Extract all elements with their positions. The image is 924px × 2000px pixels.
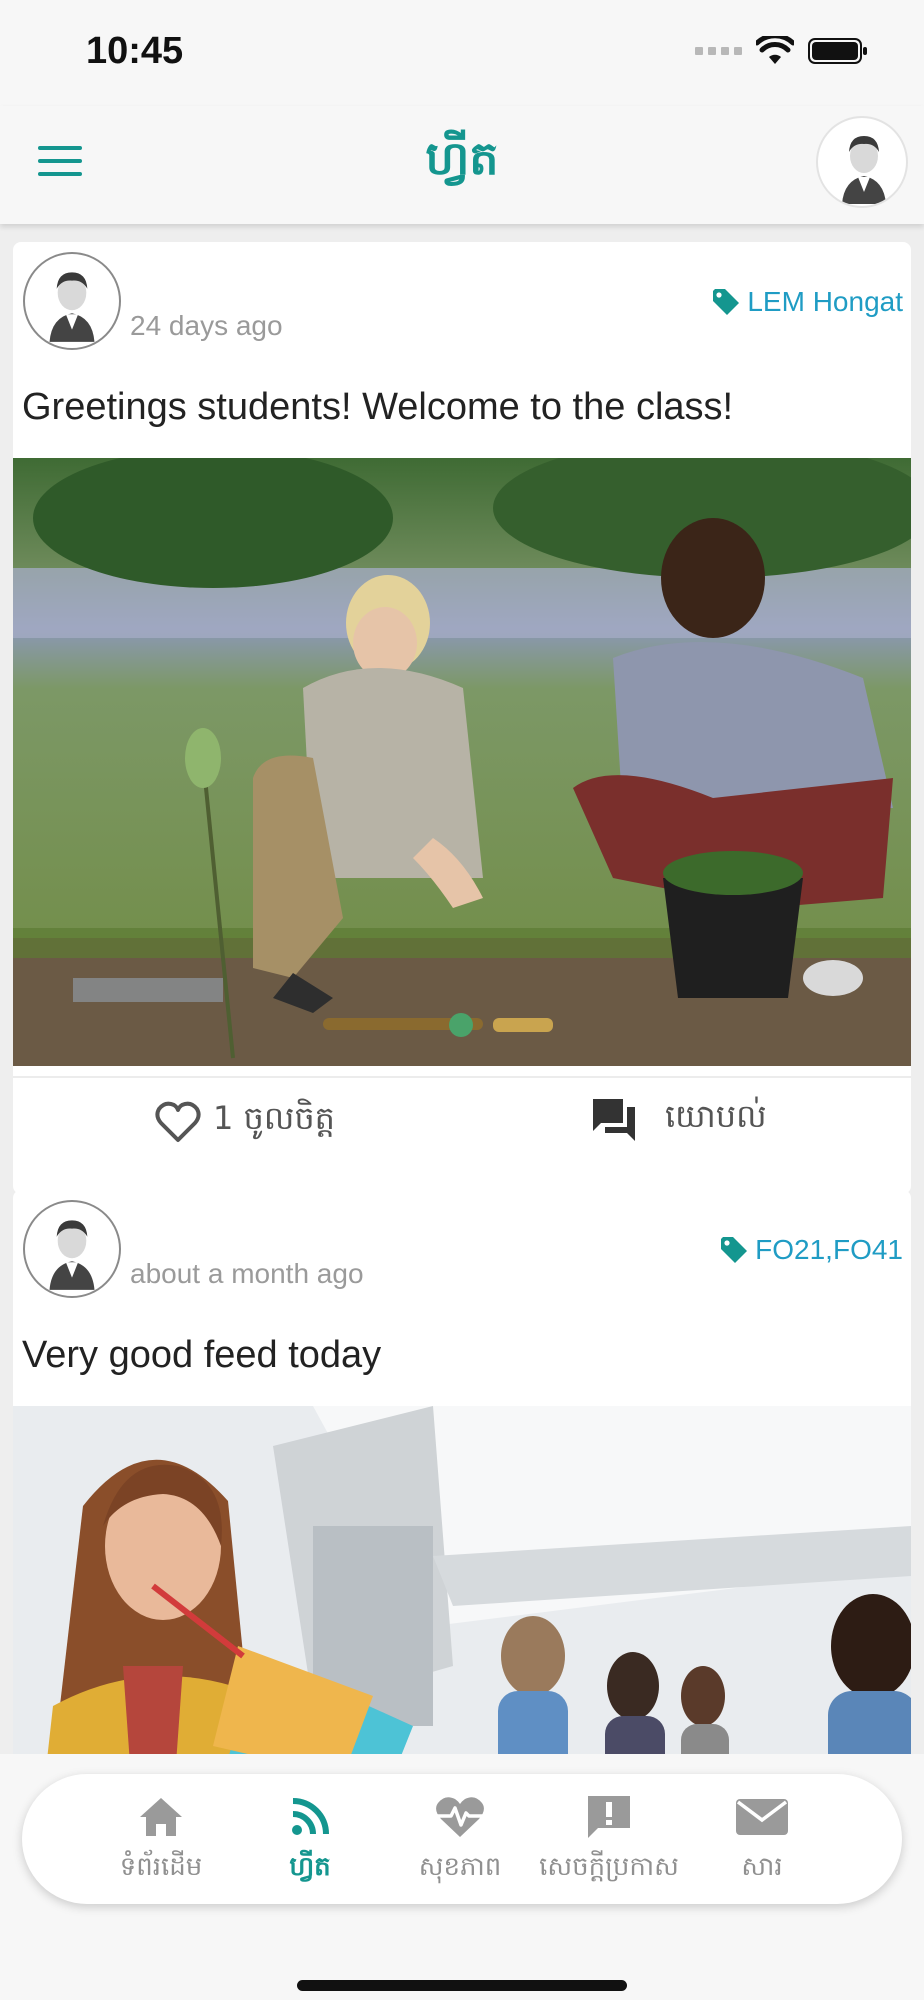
nav-item-feed[interactable]: ហ្វីត	[235, 1792, 385, 1888]
nav-label: សារ	[741, 1852, 783, 1882]
post-author-avatar[interactable]	[23, 252, 121, 350]
wifi-icon	[756, 36, 794, 64]
status-icons	[695, 36, 868, 66]
nav-item-messages[interactable]: សារ	[687, 1792, 837, 1888]
user-avatar-icon	[49, 1220, 95, 1290]
nav-item-health[interactable]: សុខភាព	[385, 1792, 535, 1888]
comment-button[interactable]: យោបល់	[591, 1096, 767, 1143]
rss-icon	[292, 1798, 329, 1835]
post-tag[interactable]: LEM Hongat	[711, 286, 903, 318]
tag-icon	[721, 1237, 748, 1263]
user-avatar-icon	[49, 272, 95, 342]
post-author-avatar[interactable]	[23, 1200, 121, 1298]
post-actions: 1 ចូលចិត្ត យោបល់	[13, 1076, 911, 1176]
profile-avatar[interactable]	[816, 116, 908, 208]
comment-label: យោបល់	[665, 1097, 767, 1135]
app-header: ហ្វីត	[0, 106, 924, 224]
home-icon	[140, 1798, 182, 1836]
post-timestamp: 24 days ago	[130, 310, 283, 341]
bottom-area: ទំព័រដើម ហ្វីត សុខភាព សេចក្តីប្រកាស សារ	[0, 1754, 924, 2000]
feed-post[interactable]: 24 days ago LEM Hongat Greetings student…	[13, 242, 911, 1194]
nav-label: សេចក្តីប្រកាស	[539, 1852, 679, 1882]
post-image[interactable]	[13, 1406, 911, 1754]
post-text: Greetings students! Welcome to the class…	[22, 386, 734, 428]
heartbeat-icon	[436, 1797, 484, 1837]
status-bar: 10:45	[0, 0, 924, 106]
nav-label: សុខភាព	[418, 1852, 502, 1882]
like-button[interactable]: 1 ចូលចិត្ត	[155, 1098, 335, 1145]
gardening-photo	[13, 458, 911, 1066]
nav-item-home[interactable]: ទំព័រដើម	[86, 1792, 236, 1888]
mail-icon	[736, 1799, 788, 1835]
post-tag-label: LEM Hongat	[747, 286, 903, 317]
nav-label: ហ្វីត	[289, 1852, 331, 1882]
announcement-icon	[588, 1796, 630, 1838]
bottom-nav: ទំព័រដើម ហ្វីត សុខភាព សេចក្តីប្រកាស សារ	[22, 1774, 902, 1904]
like-count-label: 1 ចូលចិត្ត	[213, 1099, 335, 1137]
feed-post[interactable]: about a month ago FO21,FO41 Very good fe…	[13, 1190, 911, 1754]
nav-item-announcement[interactable]: សេចក្តីប្រកាស	[534, 1792, 684, 1888]
post-timestamp: about a month ago	[130, 1258, 364, 1289]
home-indicator	[297, 1980, 627, 1991]
nav-label: ទំព័រដើម	[119, 1852, 203, 1882]
page-title: ហ្វីត	[425, 131, 499, 185]
user-avatar-icon	[842, 136, 886, 204]
post-tag[interactable]: FO21,FO41	[719, 1234, 903, 1266]
feed-list[interactable]: 24 days ago LEM Hongat Greetings student…	[0, 224, 924, 1754]
battery-icon	[808, 38, 867, 64]
heart-icon	[155, 1101, 201, 1142]
student-photo	[13, 1406, 911, 1754]
comment-icon	[593, 1098, 635, 1141]
post-tag-label: FO21,FO41	[755, 1234, 903, 1265]
post-text: Very good feed today	[22, 1334, 382, 1376]
post-image[interactable]	[13, 458, 911, 1066]
status-time: 10:45	[86, 30, 184, 72]
signal-icon	[695, 47, 742, 55]
tag-icon	[713, 289, 740, 315]
